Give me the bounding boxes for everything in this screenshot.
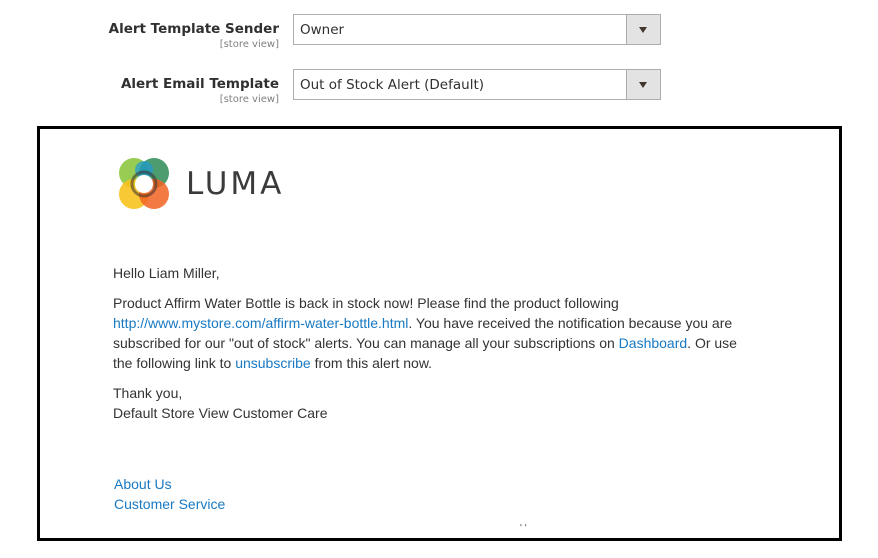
footer-link-customer-service[interactable]: Customer Service bbox=[114, 494, 225, 514]
message-text-4: from this alert now. bbox=[310, 355, 433, 371]
unsubscribe-link[interactable]: unsubscribe bbox=[235, 355, 311, 371]
alert-template-sender-label-block: Alert Template Sender [store view] bbox=[109, 20, 279, 51]
alert-email-template-label-block: Alert Email Template [store view] bbox=[121, 75, 279, 106]
page: Alert Template Sender [store view] Owner… bbox=[0, 0, 878, 558]
alert-template-sender-label: Alert Template Sender bbox=[108, 21, 279, 37]
chevron-down-icon bbox=[639, 27, 647, 33]
luma-logo-text: LUMA bbox=[186, 166, 285, 202]
email-signoff: Thank you, Default Store View Customer Ca… bbox=[113, 383, 753, 423]
alert-email-template-select[interactable]: Out of Stock Alert (Default) bbox=[293, 69, 661, 100]
email-body: Hello Liam Miller, Product Affirm Water … bbox=[113, 263, 753, 433]
alert-template-sender-select[interactable]: Owner bbox=[293, 14, 661, 45]
cutoff-text: ' ' bbox=[520, 523, 527, 534]
message-text-1: Product Affirm Water Bottle is back in s… bbox=[113, 295, 619, 311]
luma-logo-icon bbox=[119, 158, 169, 209]
chevron-down-icon bbox=[639, 82, 647, 88]
signoff-thanks: Thank you, bbox=[113, 385, 183, 401]
email-message: Product Affirm Water Bottle is back in s… bbox=[113, 293, 753, 373]
alert-template-sender-dropdown-button[interactable] bbox=[626, 15, 660, 44]
alert-email-template-label: Alert Email Template bbox=[120, 76, 279, 92]
alert-template-sender-value: Owner bbox=[300, 22, 345, 38]
email-greeting: Hello Liam Miller, bbox=[113, 265, 220, 281]
product-link[interactable]: http://www.mystore.com/affirm-water-bott… bbox=[113, 315, 408, 331]
signoff-team: Default Store View Customer Care bbox=[113, 405, 328, 421]
footer-link-about-us[interactable]: About Us bbox=[114, 474, 225, 494]
email-preview: LUMA Hello Liam Miller, Product Affirm W… bbox=[37, 126, 842, 541]
email-footer-links: About Us Customer Service bbox=[114, 474, 225, 514]
alert-email-template-scope: [store view] bbox=[219, 94, 279, 105]
alert-template-sender-row: Alert Template Sender [store view] Owner bbox=[0, 12, 878, 62]
alert-email-template-dropdown-button[interactable] bbox=[626, 70, 660, 99]
dashboard-link[interactable]: Dashboard bbox=[619, 335, 688, 351]
alert-template-sender-scope: [store view] bbox=[219, 39, 279, 50]
alert-email-template-row: Alert Email Template [store view] Out of… bbox=[0, 67, 878, 117]
alert-email-template-value: Out of Stock Alert (Default) bbox=[300, 77, 485, 93]
